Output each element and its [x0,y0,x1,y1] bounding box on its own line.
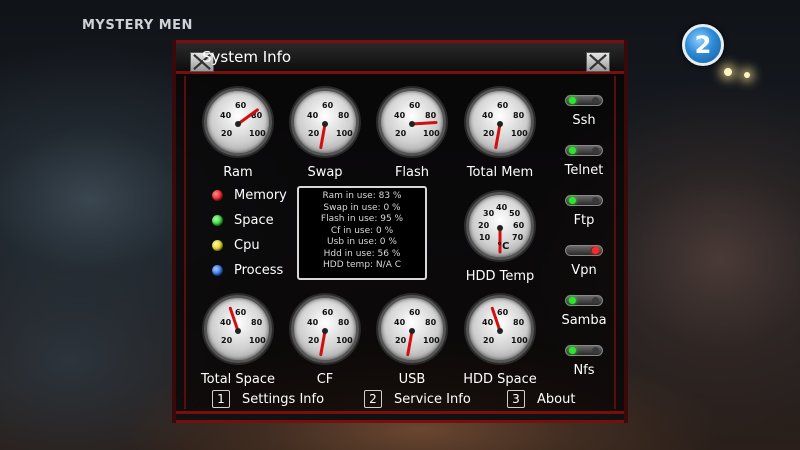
status-light-icon [569,297,576,304]
status-light-icon [592,297,599,304]
status-light-icon [592,147,599,154]
gauge-needle [410,121,438,126]
service-label-ssh: Ssh [572,113,596,128]
key-3-badge: 3 [507,390,525,408]
service-toggle-vpn[interactable] [565,245,603,256]
key-1-badge: 1 [212,390,230,408]
gauge-needle-svg [406,328,415,357]
legend-item-space: Space [212,211,274,229]
gauge-needle-svg [494,121,503,150]
service-toggle-ftp[interactable] [565,195,603,206]
gauge-hub [497,328,503,334]
channel-number-badge: 2 [682,24,724,66]
celsius-unit-label: °C [497,241,510,252]
yellow-dot-icon [212,239,223,251]
usb-gauge: 20 40 60 80 100 [378,295,446,363]
service-label-samba: Samba [561,313,607,328]
about-label: About [537,391,576,407]
usage-info-box: Ram in use: 83 % Swap in use: 0 % Flash … [297,186,427,280]
channel-name: MYSTERY MEN [82,18,193,33]
gauge-needle-svg [490,306,503,334]
gauge-needle [319,329,327,357]
status-light-icon [569,197,576,204]
gauge-hub [497,121,503,127]
gauge-needle-svg [319,121,328,150]
total-mem-gauge-label: Total Mem [466,165,534,180]
key-2-badge: 2 [364,390,382,408]
red-dot-icon [212,189,223,201]
background-light [744,72,750,78]
gauge-needle [490,306,502,333]
info-line-hdd-temp: HDD temp: N/A C [323,260,401,270]
gauge-hub [235,328,241,334]
about-button[interactable]: 3 About [507,390,575,408]
gauge-needle-svg [235,108,259,127]
hdd-temp-gauge-label: HDD Temp [465,269,535,284]
total-mem-gauge: 20 40 60 80 100 [466,88,534,156]
status-light-icon [569,347,576,354]
hdd-space-gauge: 20 40 60 80 100 [466,295,534,363]
legend-label: Memory [234,187,287,203]
legend-label: Cpu [234,237,260,253]
legend-item-process: Process [212,261,283,279]
window-title: System Info [202,48,292,66]
service-label-ftp: Ftp [573,213,595,228]
status-light-icon [569,147,576,154]
service-toggle-samba[interactable] [565,295,603,306]
status-light-icon [592,97,599,104]
gauge-needle [228,306,240,333]
info-line-hdd: Hdd in use: 56 % [323,248,401,259]
service-label-nfs: Nfs [573,363,595,378]
gauge-needle [236,108,259,126]
legend-label: Space [234,212,274,228]
gauge-needle-svg [228,306,241,334]
status-light-icon [592,247,599,254]
gauge-hub [497,225,503,231]
window-bottombar [176,411,624,423]
service-info-label: Service Info [394,391,471,407]
gauge-hub [322,328,328,334]
gauge-hub [235,121,241,127]
status-light-icon [592,197,599,204]
service-toggle-telnet[interactable] [565,145,603,156]
gauge-needle-svg [409,121,438,127]
legend-item-memory: Memory [212,186,287,204]
info-line-ram: Ram in use: 83 % [322,191,402,201]
hdd-temp-gauge: 10 20 30 40 50 60 70 °C [466,192,534,260]
info-line-swap: Swap in use: 0 % [323,202,401,213]
settings-info-label: Settings Info [242,391,325,407]
corner-close-icon[interactable] [586,52,610,72]
swap-gauge: 20 40 60 80 100 [291,88,359,156]
hdd-space-gauge-label: HDD Space [463,372,537,387]
gauge-hub [409,121,415,127]
service-label-vpn: Vpn [571,263,597,278]
service-toggle-nfs[interactable] [565,345,603,356]
green-dot-icon [212,214,223,226]
legend-item-cpu: Cpu [212,236,260,254]
ram-gauge: 20 40 60 80 100 [204,88,272,156]
legend-label: Process [234,262,284,278]
service-info-button[interactable]: 2 Service Info [364,390,471,408]
info-line-flash: Flash in use: 95 % [320,214,404,224]
info-line-usb: Usb in use: 0 % [327,237,397,247]
background-light [724,68,732,76]
total-space-gauge: 20 40 60 80 100 [204,295,272,363]
gauge-needle-svg [319,328,328,357]
flash-gauge: 20 40 60 80 100 [378,88,446,156]
cf-gauge: 20 40 60 80 100 [291,295,359,363]
gauge-hub [322,121,328,127]
blue-dot-icon [212,264,223,276]
info-line-cf: Cf in use: 0 % [330,225,394,236]
gauge-needle [494,122,502,150]
gauge-hub [409,328,415,334]
settings-info-button[interactable]: 1 Settings Info [212,390,324,408]
gauge-needle [406,329,414,357]
status-light-icon [592,347,599,354]
gauge-needle [319,122,327,150]
service-toggle-ssh[interactable] [565,95,603,106]
status-light-icon [569,97,576,104]
service-label-telnet: Telnet [564,163,604,178]
